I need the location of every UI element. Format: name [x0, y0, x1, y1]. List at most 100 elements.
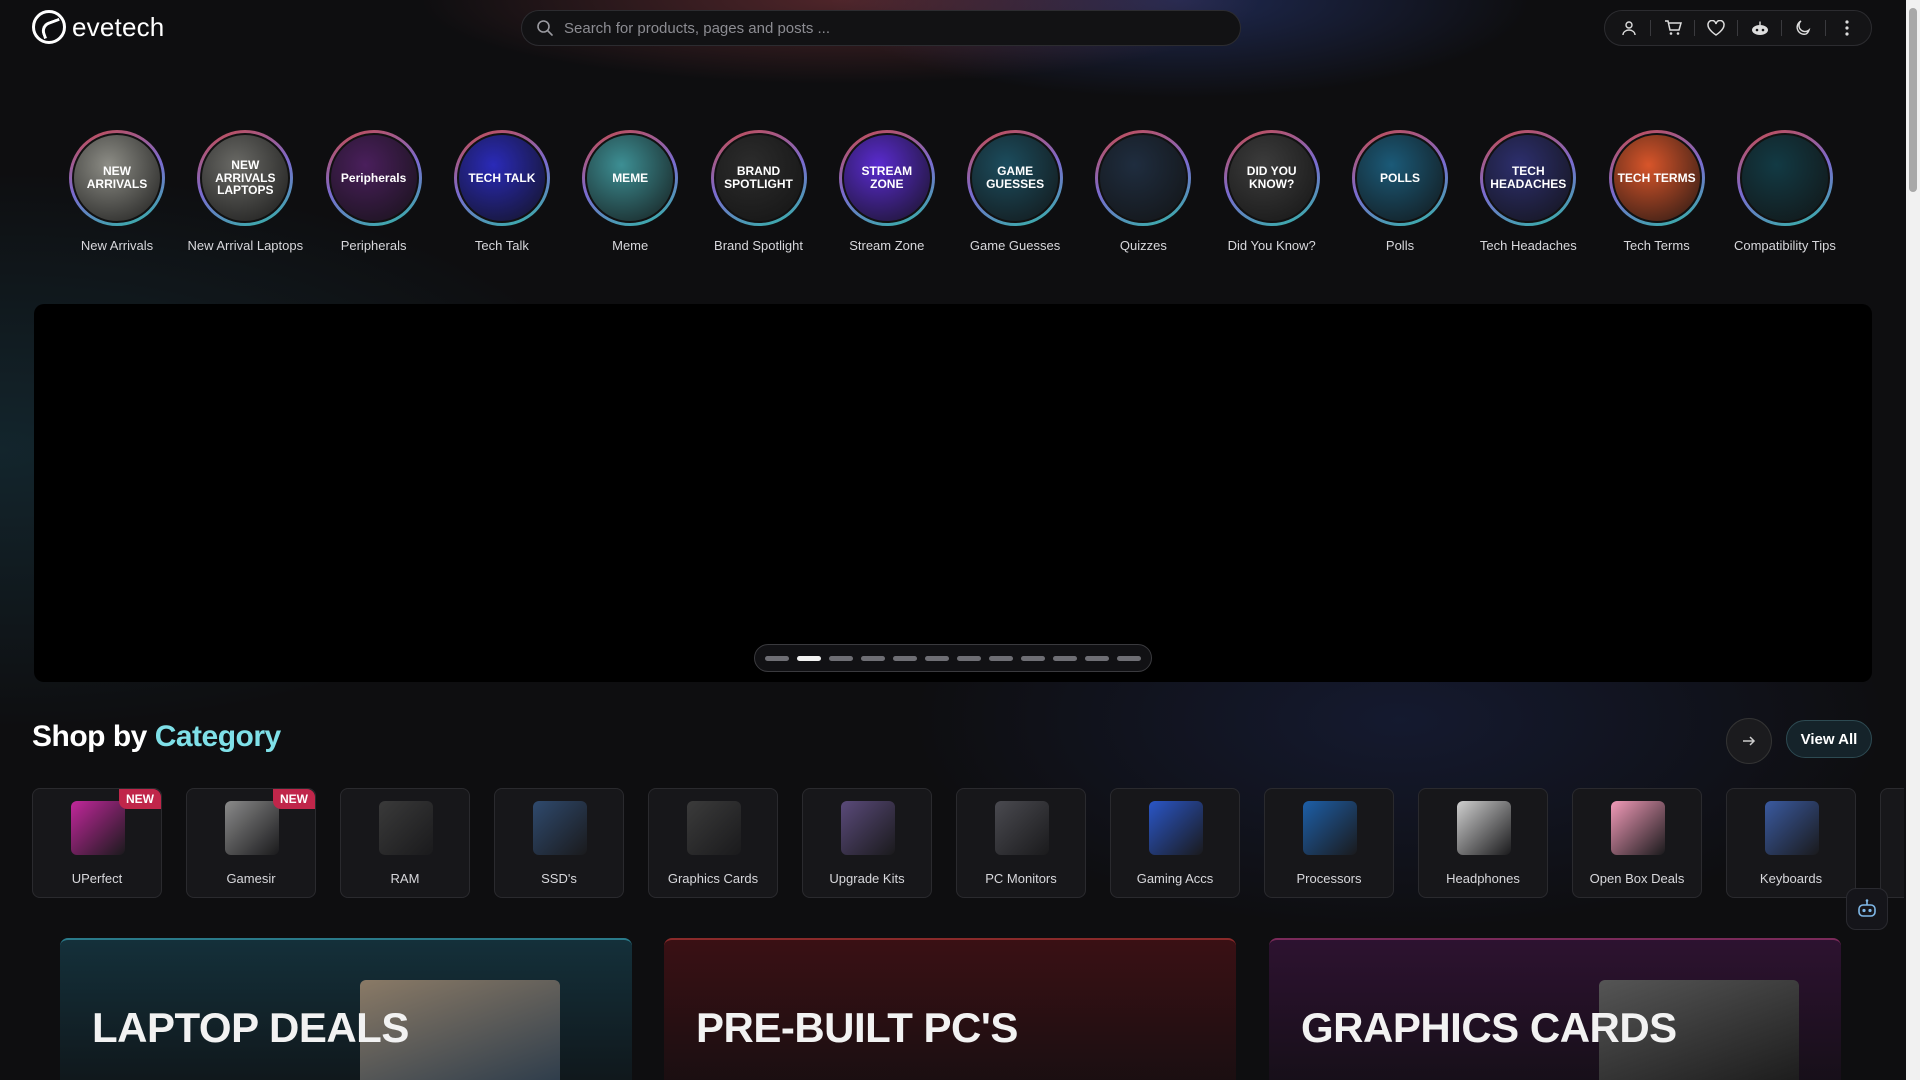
- category-image: [1765, 801, 1819, 855]
- more-icon[interactable]: [1836, 17, 1858, 39]
- story-item[interactable]: NEW ARRIVALS New Arrivals: [52, 130, 182, 254]
- cart-icon[interactable]: [1662, 17, 1684, 39]
- story-item[interactable]: GAME GUESSES Game Guesses: [950, 130, 1080, 254]
- promo-banner[interactable]: PRE-BUILT PC'S: [664, 938, 1236, 1080]
- section-title: Shop by Category: [32, 720, 281, 754]
- story-item[interactable]: MEME Meme: [565, 130, 695, 254]
- heart-icon[interactable]: [1705, 17, 1727, 39]
- story-label: Did You Know?: [1227, 238, 1316, 253]
- new-badge: NEW: [119, 789, 161, 809]
- story-item[interactable]: DID YOU KNOW? Did You Know?: [1207, 130, 1337, 254]
- category-card[interactable]: Headphones: [1418, 788, 1548, 898]
- carousel-dot[interactable]: [925, 655, 949, 661]
- story-item[interactable]: BRAND SPOTLIGHT Brand Spotlight: [694, 130, 824, 254]
- promo-image: [994, 980, 1194, 1080]
- category-card[interactable]: Open Box Deals: [1572, 788, 1702, 898]
- category-card[interactable]: [1880, 788, 1904, 898]
- category-name: Graphics Cards: [667, 871, 759, 886]
- story-item[interactable]: STREAM ZONE Stream Zone: [822, 130, 952, 254]
- story-label: Tech Talk: [474, 238, 529, 253]
- story-ring: TECH TALK: [453, 130, 550, 226]
- chatbot-button[interactable]: [1846, 888, 1888, 930]
- story-item[interactable]: TECH TALK Tech Talk: [437, 130, 567, 254]
- category-name: Processors: [1296, 871, 1362, 886]
- category-image: [71, 801, 125, 855]
- category-name: Keyboards: [1759, 871, 1823, 886]
- story-item[interactable]: TECH HEADACHES Tech Headaches: [1463, 130, 1593, 254]
- page-scrollbar[interactable]: [1906, 0, 1920, 1080]
- story-thumbnail: TECH HEADACHES: [1483, 133, 1574, 223]
- arrow-right-icon: [1743, 736, 1756, 746]
- category-image: [533, 801, 587, 855]
- story-thumbnail: [1098, 133, 1189, 223]
- story-ring: [1736, 130, 1833, 226]
- carousel-dot[interactable]: [893, 655, 917, 661]
- carousel-dot[interactable]: [829, 655, 853, 661]
- category-card[interactable]: Upgrade Kits: [802, 788, 932, 898]
- category-card[interactable]: Gamesir NEW: [186, 788, 316, 898]
- story-label: Tech Terms: [1623, 238, 1690, 253]
- carousel-dot[interactable]: [1085, 655, 1109, 661]
- category-card[interactable]: Processors: [1264, 788, 1394, 898]
- story-label: Quizzes: [1119, 238, 1167, 253]
- promo-banner[interactable]: LAPTOP DEALS: [60, 938, 632, 1080]
- scrollbar-thumb[interactable]: [1909, 8, 1917, 192]
- user-icon[interactable]: [1618, 17, 1640, 39]
- story-item[interactable]: Quizzes: [1078, 130, 1208, 254]
- carousel-dot[interactable]: [1021, 655, 1045, 661]
- carousel-dot[interactable]: [957, 655, 981, 661]
- category-card[interactable]: Graphics Cards: [648, 788, 778, 898]
- search-bar[interactable]: [521, 10, 1241, 46]
- promo-banner[interactable]: GRAPHICS CARDS: [1269, 938, 1841, 1080]
- divider: [1824, 20, 1826, 36]
- bot-icon[interactable]: [1749, 17, 1771, 39]
- story-ring: [1095, 130, 1192, 226]
- robot-icon: [1858, 899, 1876, 917]
- top-header: evetech: [0, 0, 1904, 56]
- carousel-dot[interactable]: [1117, 655, 1141, 661]
- header-actions: [1604, 10, 1872, 46]
- hero-carousel[interactable]: [34, 304, 1872, 682]
- logo-mark-icon: [32, 10, 66, 44]
- story-item[interactable]: POLLS Polls: [1335, 130, 1465, 254]
- search-icon: [537, 20, 553, 36]
- story-ring: POLLS: [1352, 130, 1448, 226]
- carousel-dot[interactable]: [797, 655, 821, 661]
- carousel-dot[interactable]: [989, 655, 1013, 661]
- carousel-dot[interactable]: [765, 655, 789, 661]
- story-thumbnail: MEME: [585, 133, 676, 223]
- story-item[interactable]: Compatibility Tips: [1720, 130, 1850, 254]
- story-thumbnail: POLLS: [1355, 133, 1445, 223]
- story-item[interactable]: TECH TERMS Tech Terms: [1592, 130, 1722, 254]
- evetech-logo[interactable]: evetech: [32, 10, 164, 44]
- category-card[interactable]: PC Monitors: [956, 788, 1086, 898]
- category-name: Gamesir: [226, 871, 276, 886]
- category-name: Headphones: [1446, 871, 1520, 886]
- story-label: Game Guesses: [969, 238, 1061, 253]
- story-ring: MEME: [582, 130, 679, 226]
- category-card[interactable]: Keyboards: [1726, 788, 1856, 898]
- story-ring: NEW ARRIVALS: [69, 130, 165, 226]
- story-ring: Peripherals: [325, 130, 422, 226]
- category-image: [225, 801, 279, 855]
- category-card[interactable]: RAM: [340, 788, 470, 898]
- category-card[interactable]: UPerfect NEW: [32, 788, 162, 898]
- story-item[interactable]: Peripherals Peripherals: [309, 130, 439, 254]
- category-name: RAM: [390, 871, 420, 886]
- category-card[interactable]: Gaming Accs: [1110, 788, 1240, 898]
- search-input[interactable]: [564, 19, 1204, 37]
- carousel-dot[interactable]: [1053, 655, 1077, 661]
- category-card[interactable]: SSD's: [494, 788, 624, 898]
- carousel-dot[interactable]: [861, 655, 885, 661]
- carousel-pagination: [754, 644, 1152, 672]
- moon-icon[interactable]: [1792, 17, 1814, 39]
- category-image: [1149, 801, 1203, 855]
- section-title-accent: Category: [154, 720, 282, 753]
- story-item[interactable]: NEW ARRIVALS LAPTOPS New Arrival Laptops: [180, 130, 310, 254]
- view-all-button[interactable]: View All: [1786, 720, 1872, 758]
- story-thumbnail: NEW ARRIVALS: [72, 133, 162, 223]
- story-thumbnail: GAME GUESSES: [970, 133, 1061, 223]
- category-next-button[interactable]: [1726, 718, 1772, 764]
- category-image: [1457, 801, 1511, 855]
- category-image: [1303, 801, 1357, 855]
